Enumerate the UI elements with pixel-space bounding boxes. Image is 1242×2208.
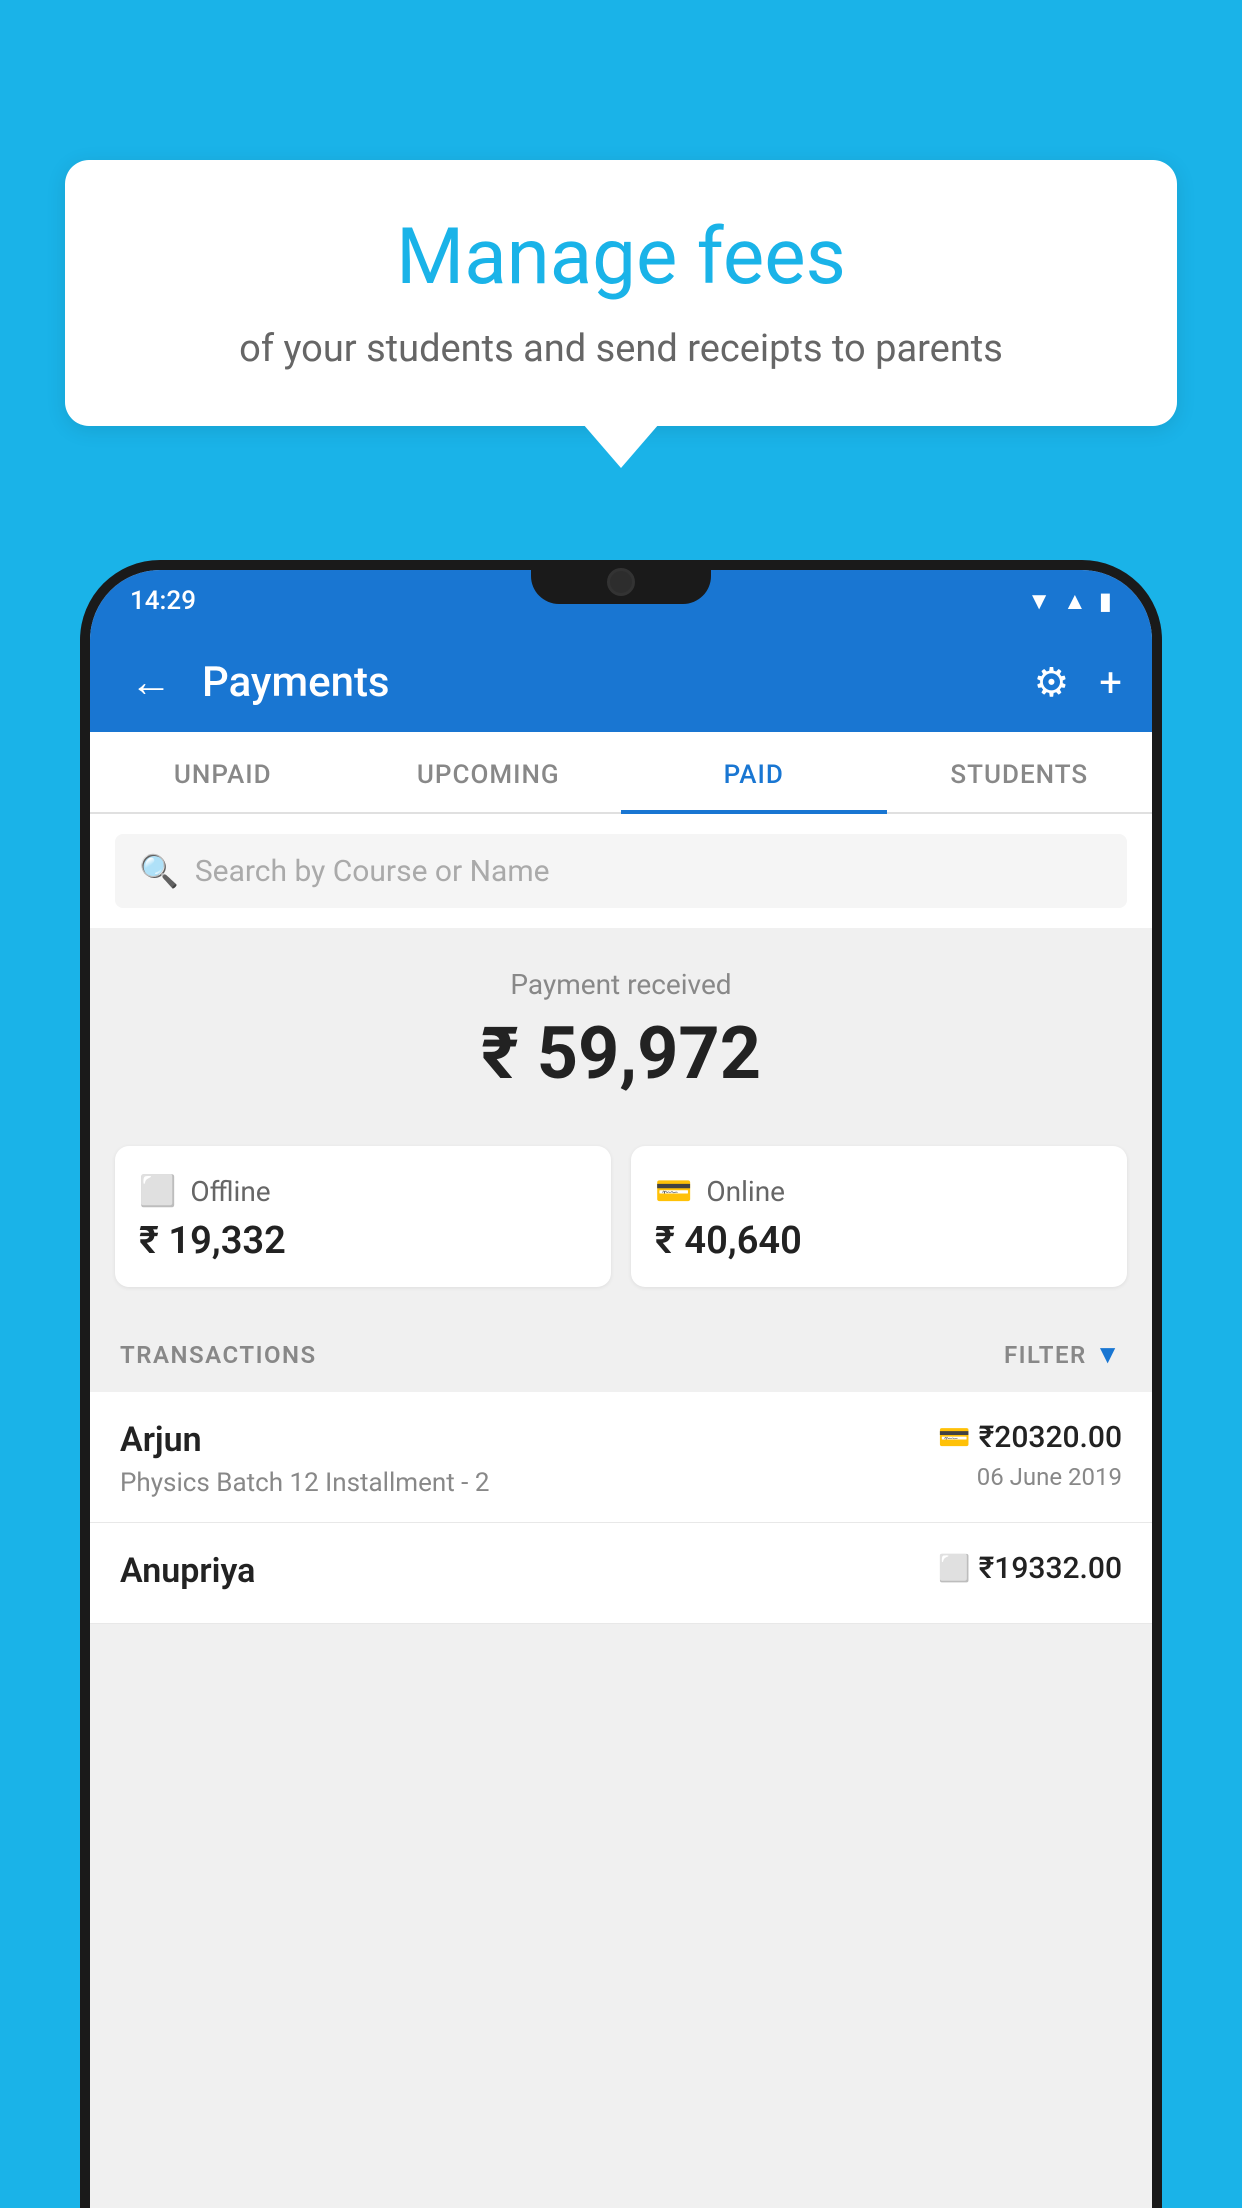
app-bar-title: Payments: [202, 658, 1013, 707]
status-time: 14:29: [130, 586, 196, 616]
tab-upcoming[interactable]: UPCOMING: [356, 732, 622, 812]
payment-received-label: Payment received: [120, 968, 1122, 1001]
settings-icon[interactable]: ⚙: [1033, 659, 1069, 706]
tab-students[interactable]: STUDENTS: [887, 732, 1153, 812]
search-icon: 🔍: [139, 852, 179, 890]
offline-payment-card: ⬜ Offline ₹ 19,332: [115, 1146, 611, 1287]
search-bar[interactable]: 🔍 Search by Course or Name: [115, 834, 1127, 908]
transaction-row[interactable]: Anupriya ⬜ ₹19332.00: [90, 1523, 1152, 1624]
tab-unpaid[interactable]: UNPAID: [90, 732, 356, 812]
back-button[interactable]: ←: [120, 648, 182, 717]
online-payment-type-icon: 💳: [938, 1423, 970, 1453]
transactions-header: TRANSACTIONS FILTER ▼: [90, 1317, 1152, 1392]
tabs-bar: UNPAID UPCOMING PAID STUDENTS: [90, 732, 1152, 814]
online-amount: ₹ 40,640: [655, 1219, 1103, 1263]
transaction-amount-anupriya: ⬜ ₹19332.00: [938, 1551, 1122, 1586]
transaction-right-arjun: 💳 ₹20320.00 06 June 2019: [938, 1420, 1122, 1491]
online-payment-card: 💳 Online ₹ 40,640: [631, 1146, 1127, 1287]
transaction-left-anupriya: Anupriya: [120, 1551, 255, 1599]
phone-frame: 14:29 ▼ ▲ ▮ ← Payments ⚙ + UNPAID UPCOMI…: [80, 560, 1162, 2208]
payment-received-section: Payment received ₹ 59,972: [90, 928, 1152, 1126]
offline-payment-icon: ⬜: [139, 1174, 176, 1209]
search-container: 🔍 Search by Course or Name: [90, 814, 1152, 928]
phone-notch: [531, 560, 711, 604]
course-details-arjun: Physics Batch 12 Installment - 2: [120, 1468, 489, 1498]
transactions-label: TRANSACTIONS: [120, 1341, 317, 1369]
wifi-icon: ▼: [1027, 587, 1051, 616]
online-label: Online: [706, 1175, 785, 1208]
app-bar: ← Payments ⚙ +: [90, 632, 1152, 732]
offline-payment-type-icon: ⬜: [938, 1554, 970, 1584]
transaction-right-anupriya: ⬜ ₹19332.00: [938, 1551, 1122, 1594]
filter-icon: ▼: [1095, 1339, 1122, 1370]
filter-button[interactable]: FILTER ▼: [1004, 1339, 1122, 1370]
offline-label: Offline: [190, 1175, 270, 1208]
signal-icon: ▲: [1063, 587, 1087, 616]
transaction-row[interactable]: Arjun Physics Batch 12 Installment - 2 💳…: [90, 1392, 1152, 1523]
transaction-amount-arjun: 💳 ₹20320.00: [938, 1420, 1122, 1455]
tooltip-card: Manage fees of your students and send re…: [65, 160, 1177, 426]
app-bar-actions: ⚙ +: [1033, 659, 1122, 706]
payment-amount: ₹ 59,972: [120, 1011, 1122, 1096]
tooltip-subtitle: of your students and send receipts to pa…: [125, 323, 1117, 376]
front-camera: [607, 568, 635, 596]
online-card-header: 💳 Online: [655, 1174, 1103, 1209]
transaction-left-arjun: Arjun Physics Batch 12 Installment - 2: [120, 1420, 489, 1498]
payment-cards-row: ⬜ Offline ₹ 19,332 💳 Online ₹ 40,640: [90, 1126, 1152, 1317]
offline-card-header: ⬜ Offline: [139, 1174, 587, 1209]
offline-amount: ₹ 19,332: [139, 1219, 587, 1263]
student-name-anupriya: Anupriya: [120, 1551, 255, 1591]
tooltip-title: Manage fees: [125, 215, 1117, 301]
student-name-arjun: Arjun: [120, 1420, 489, 1460]
tab-paid[interactable]: PAID: [621, 732, 887, 812]
status-icons: ▼ ▲ ▮: [1027, 587, 1112, 616]
search-input[interactable]: Search by Course or Name: [195, 854, 550, 889]
phone-screen: 14:29 ▼ ▲ ▮ ← Payments ⚙ + UNPAID UPCOMI…: [90, 570, 1152, 2208]
add-icon[interactable]: +: [1099, 659, 1122, 706]
online-payment-icon: 💳: [655, 1174, 692, 1209]
transaction-date-arjun: 06 June 2019: [938, 1463, 1122, 1491]
battery-icon: ▮: [1099, 587, 1112, 615]
